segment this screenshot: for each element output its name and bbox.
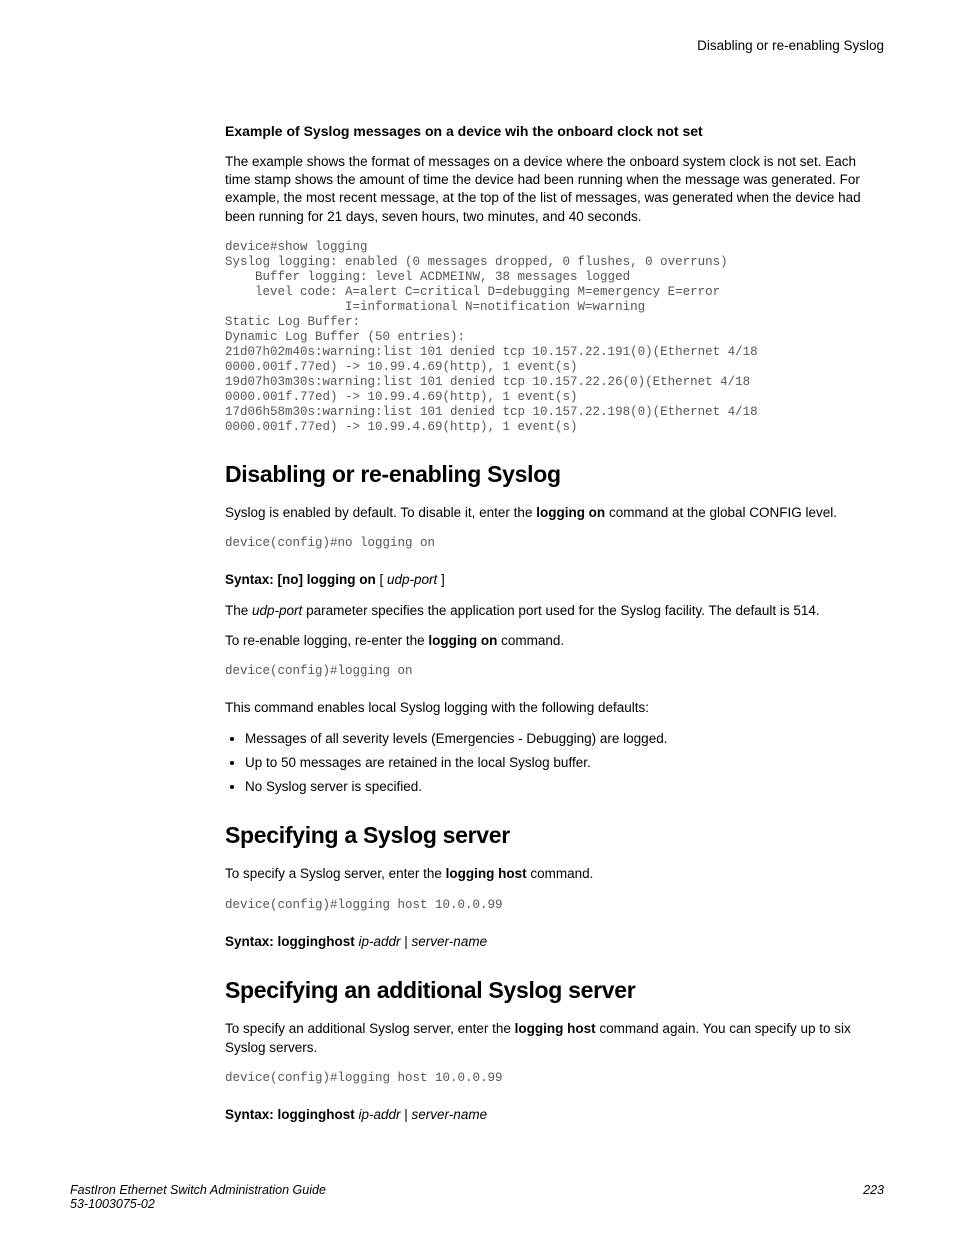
code-no-logging: device(config)#no logging on [225,536,884,551]
text-fragment: [ [376,572,387,587]
syntax-param: server-name [412,1107,488,1122]
page: Disabling or re-enabling Syslog Example … [0,0,954,1235]
code-logging-host2: device(config)#logging host 10.0.0.99 [225,1071,884,1086]
list-item: Messages of all severity levels (Emergen… [245,730,884,748]
disabling-para1: Syslog is enabled by default. To disable… [225,504,884,522]
syntax-line: Syntax: logginghost ip-addr | server-nam… [225,1106,884,1125]
text-fragment: The [225,603,252,618]
page-footer: FastIron Ethernet Switch Administration … [70,1183,884,1211]
syntax-line: Syntax: logginghost ip-addr | server-nam… [225,933,884,952]
syntax-keyword: Syntax: [no] logging on [225,572,376,587]
command-name: logging on [428,633,497,648]
text-fragment: Syslog is enabled by default. To disable… [225,505,536,520]
text-fragment: To specify an additional Syslog server, … [225,1021,515,1036]
disabling-para2: The udp-port parameter specifies the app… [225,602,884,620]
list-item: No Syslog server is specified. [245,778,884,796]
param-name: udp-port [252,603,302,618]
syntax-keyword: Syntax: logginghost [225,934,355,949]
syslog-server-para: To specify a Syslog server, enter the lo… [225,865,884,883]
footer-docnum: 53-1003075-02 [70,1197,326,1211]
command-name: logging on [536,505,605,520]
example-heading: Example of Syslog messages on a device w… [225,123,884,139]
code-logging-on: device(config)#logging on [225,664,884,679]
disabling-para3: To re-enable logging, re-enter the loggi… [225,632,884,650]
text-fragment: command. [527,866,594,881]
syntax-param: ip-addr [355,934,401,949]
heading-disabling: Disabling or re-enabling Syslog [225,461,884,488]
syntax-param: server-name [412,934,488,949]
footer-page-number: 223 [863,1183,884,1211]
syntax-line: Syntax: [no] logging on [ udp-port ] [225,571,884,590]
heading-syslog-server: Specifying a Syslog server [225,822,884,849]
heading-additional-server: Specifying an additional Syslog server [225,977,884,1004]
additional-server-para: To specify an additional Syslog server, … [225,1020,884,1056]
text-fragment: command. [497,633,564,648]
running-header: Disabling or re-enabling Syslog [70,38,884,53]
command-name: logging host [515,1021,596,1036]
example-paragraph: The example shows the format of messages… [225,153,884,226]
disabling-para4: This command enables local Syslog loggin… [225,699,884,717]
command-name: logging host [446,866,527,881]
text-fragment: | [401,934,412,949]
list-item: Up to 50 messages are retained in the lo… [245,754,884,772]
text-fragment: parameter specifies the application port… [302,603,819,618]
syntax-param: ip-addr [355,1107,401,1122]
syntax-keyword: Syntax: logginghost [225,1107,355,1122]
defaults-list: Messages of all severity levels (Emergen… [225,730,884,797]
text-fragment: To specify a Syslog server, enter the [225,866,446,881]
code-logging-host: device(config)#logging host 10.0.0.99 [225,898,884,913]
text-fragment: ] [437,572,445,587]
text-fragment: To re-enable logging, re-enter the [225,633,428,648]
main-content: Example of Syslog messages on a device w… [225,123,884,1125]
footer-title: FastIron Ethernet Switch Administration … [70,1183,326,1197]
example-code-block: device#show logging Syslog logging: enab… [225,240,884,435]
syntax-param: udp-port [387,572,437,587]
text-fragment: command at the global CONFIG level. [605,505,837,520]
footer-left: FastIron Ethernet Switch Administration … [70,1183,326,1211]
text-fragment: | [401,1107,412,1122]
